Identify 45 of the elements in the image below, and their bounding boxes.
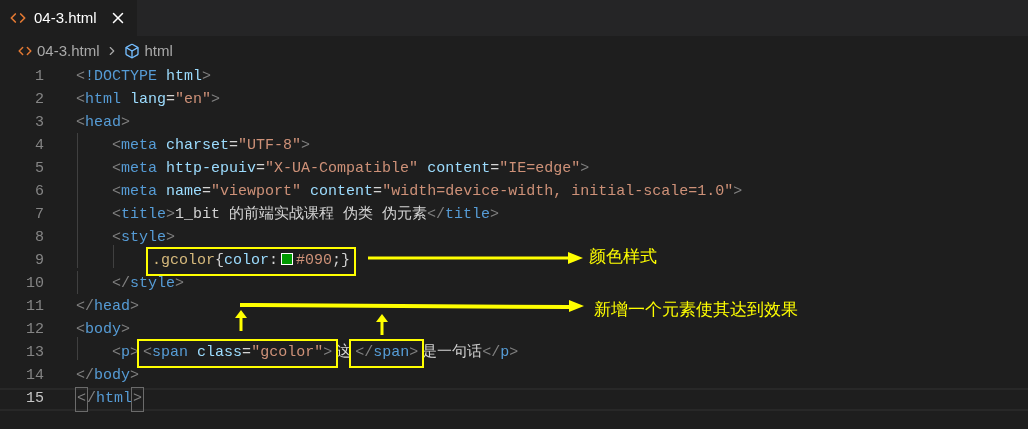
breadcrumb-item[interactable]: 04-3.html xyxy=(37,39,100,63)
line-number: 14 xyxy=(25,366,44,387)
line-number: 3 xyxy=(34,113,44,134)
code-text: <meta http-epuiv="X-UA-Compatible" content="IE=edge"> xyxy=(112,159,590,180)
line-number: 6 xyxy=(34,182,44,203)
code-text: </head> xyxy=(76,297,140,318)
matched-bracket: > xyxy=(131,387,145,412)
breadcrumb-item[interactable]: html xyxy=(144,39,173,63)
line-number: 9 xyxy=(34,251,44,272)
code-text: <meta name="viewport" content="width=device-width, initial-scale=1.0"> xyxy=(112,182,743,203)
code-text: <html lang="en"> xyxy=(76,90,221,111)
line-number: 15 xyxy=(25,389,44,410)
line-number: 8 xyxy=(34,228,44,249)
line-number: 10 xyxy=(25,274,44,295)
code-text: <!DOCTYPE html> xyxy=(76,67,212,88)
code-text: <head> xyxy=(76,113,131,134)
cube-icon xyxy=(123,43,140,59)
code-text: <body> xyxy=(76,320,131,341)
code-text: </body> xyxy=(76,366,140,387)
line-number: 5 xyxy=(34,159,44,180)
code-text: 是一句话</p> xyxy=(422,342,519,364)
code-text: <title>1_bit 的前端实战课程 伪类 伪元素</title> xyxy=(112,204,500,226)
code-file-icon xyxy=(10,10,26,26)
line-number: 13 xyxy=(25,343,44,364)
annotation-label: 颜色样式 xyxy=(589,246,657,268)
code-text: <meta charset="UTF-8"> xyxy=(112,136,311,157)
editor-tab[interactable]: 04-3.html xyxy=(0,0,137,36)
line-number: 4 xyxy=(34,136,44,157)
annotation-label: 新增一个元素使其达到效果 xyxy=(594,299,798,321)
code-text: 这 xyxy=(336,342,352,364)
line-number: 2 xyxy=(34,90,44,111)
code-text: </style> xyxy=(112,274,185,295)
up-arrow xyxy=(375,314,389,335)
code-text: <style> xyxy=(112,228,176,249)
code-text: /html xyxy=(87,389,133,410)
matched-bracket: < xyxy=(75,387,88,412)
highlighted-code: </span> xyxy=(349,339,425,368)
line-number: 12 xyxy=(25,320,44,341)
highlighted-code: .gcolor{color: #090;} xyxy=(146,247,357,276)
code-file-icon xyxy=(18,44,32,58)
line-number: 1 xyxy=(34,67,44,88)
up-arrow xyxy=(234,310,248,331)
line-number: 7 xyxy=(34,205,44,226)
highlighted-code: <span class="gcolor"> xyxy=(137,339,339,368)
line-number: 11 xyxy=(25,297,44,318)
